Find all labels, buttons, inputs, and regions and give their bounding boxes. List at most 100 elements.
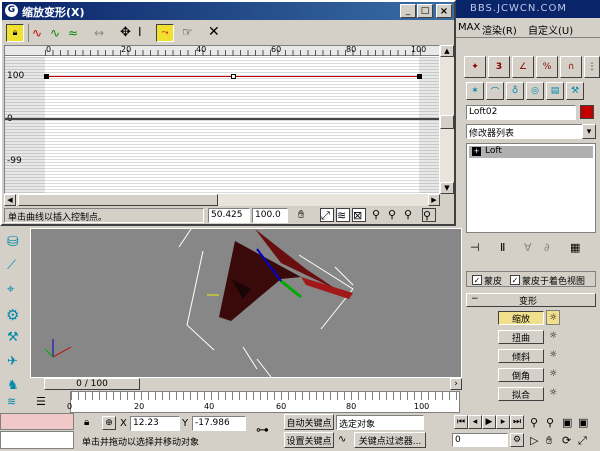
current-frame-field[interactable]: 0 (452, 433, 508, 447)
delete-control-point-icon[interactable]: ☞ (182, 25, 198, 41)
wave-icon[interactable]: ≋ (7, 396, 23, 408)
scale-control-point-icon[interactable]: Ι (138, 25, 154, 41)
track-bar-icon[interactable]: ☰ (36, 395, 52, 409)
zoom-horizontal-icon[interactable]: ⚲ (372, 208, 386, 222)
menu-customize[interactable]: 自定义(U) (528, 22, 573, 37)
orbit-icon[interactable]: ⟳ (562, 434, 576, 448)
zoom-vertical-extents-icon[interactable]: ⊠ (352, 208, 366, 222)
scale-deform-button[interactable]: 缩放 (498, 311, 544, 325)
insert-corner-point-button[interactable]: ⤳ (156, 24, 174, 42)
move-control-point-icon[interactable]: ✥ (120, 25, 136, 41)
track-bar[interactable]: ☰ 0 20 40 60 80 100 (30, 391, 462, 413)
set-key-button[interactable]: 设置关键点 (284, 432, 334, 448)
stack-expand-icon[interactable]: + (472, 147, 481, 156)
goto-start-button[interactable]: ⏮ (454, 415, 468, 429)
teeter-deform-button[interactable]: 倾斜 (498, 349, 544, 363)
remove-modifier-icon[interactable]: ∂ (544, 241, 560, 255)
tab-motion[interactable]: ◎ (526, 82, 544, 100)
skin-checkbox[interactable]: ✓ (472, 275, 482, 285)
display-y-axis-icon[interactable]: ∿ (50, 26, 66, 40)
figure-icon[interactable]: ♞ (7, 378, 23, 394)
control-point-end[interactable] (417, 74, 422, 79)
maxscript-listener-bottom[interactable] (0, 431, 74, 449)
bone-icon[interactable]: ⟋ (7, 258, 23, 274)
time-config-button[interactable]: ⚙ (510, 433, 524, 447)
fit-bulb-icon[interactable]: ☼ (546, 386, 560, 401)
object-color-swatch[interactable] (580, 105, 594, 119)
close-button[interactable]: × (436, 4, 452, 18)
tab-modify[interactable]: ⌒ (486, 82, 504, 100)
point-y-field[interactable]: 100.0 (252, 208, 288, 223)
configure-sets-icon[interactable]: ▦ (570, 241, 586, 255)
zoom-extents-icon-dialog[interactable]: ⤢ (320, 208, 334, 222)
display-xy-axes-icon[interactable]: ≈ (68, 26, 84, 40)
viewport[interactable] (30, 228, 462, 378)
zoom-icon[interactable]: ⚲ (530, 416, 544, 430)
deformation-graph[interactable]: 0 20 40 60 80 100 100 0 -99 (4, 45, 440, 194)
play-button[interactable]: ▶ (482, 415, 496, 429)
zoom-extents-all-icon[interactable]: ▣ (578, 416, 592, 430)
scroll-up-button[interactable]: ▲ (440, 45, 454, 57)
teeter-bulb-icon[interactable]: ☼ (546, 348, 560, 363)
selected-object-dropdown[interactable]: 选定对象 (336, 415, 424, 430)
time-slider-next-button[interactable]: › (450, 378, 462, 390)
zoom-all-icon[interactable]: ⚲ (546, 416, 560, 430)
wrench-icon[interactable]: ⚒ (7, 330, 23, 346)
zoom-extents-icon[interactable]: ▣ (562, 416, 576, 430)
pin-stack-icon[interactable]: ⊣ (470, 241, 486, 255)
pan-icon-dialog[interactable]: ✋︎ (298, 208, 312, 222)
bird-icon[interactable]: ✈ (7, 354, 23, 370)
bevel-deform-button[interactable]: 倒角 (498, 368, 544, 382)
graph-horizontal-scrollbar[interactable]: ◀ ▶ (4, 194, 440, 206)
deformations-rollout-header[interactable]: − 变形 (466, 293, 596, 307)
control-point-mid[interactable] (231, 74, 236, 79)
hierarchy-icon[interactable]: ⌖ (7, 282, 23, 298)
scroll-down-button[interactable]: ▼ (440, 182, 454, 194)
zoom-horizontal-extents-icon[interactable]: ≋ (336, 208, 350, 222)
vertical-scroll-thumb[interactable] (440, 115, 454, 129)
scroll-left-button[interactable]: ◀ (4, 194, 16, 206)
pan-icon[interactable]: ✋︎ (546, 434, 560, 448)
absolute-mode-button[interactable]: ⊕ (102, 416, 116, 430)
modifier-stack[interactable]: + Loft (466, 143, 596, 233)
goto-end-button[interactable]: ⏭ (510, 415, 524, 429)
key-filter-icon[interactable]: ∿ (338, 434, 352, 448)
tab-utilities[interactable]: ⚒ (566, 82, 584, 100)
modifier-list-dropdown[interactable]: 修改器列表 (466, 124, 586, 139)
time-slider[interactable]: 0 / 100 (44, 378, 140, 390)
twist-deform-button[interactable]: 扭曲 (498, 330, 544, 344)
angle-snap-icon[interactable]: ∠ (512, 56, 534, 78)
swap-curves-icon[interactable]: ↔ (94, 26, 110, 40)
menu-max[interactable]: MAX (458, 22, 480, 33)
auto-key-button[interactable]: 自动关键点 (284, 414, 334, 430)
make-symmetrical-button[interactable]: 🔒︎ (6, 24, 24, 42)
minimize-button[interactable]: _ (400, 4, 416, 18)
reset-curve-icon[interactable]: ✕ (208, 24, 224, 40)
zoom-region-icon[interactable]: ⚲ (422, 208, 436, 222)
prev-frame-button[interactable]: ◂ (468, 415, 482, 429)
point-x-field[interactable]: 50.425 (208, 208, 250, 223)
control-point-start[interactable] (44, 74, 49, 79)
gear-icon[interactable]: ⚙ (6, 306, 24, 324)
object-name-field[interactable]: Loft02 (466, 105, 576, 120)
skin-shaded-checkbox[interactable]: ✓ (510, 275, 520, 285)
modifier-list-arrow[interactable]: ▾ (582, 124, 596, 139)
bevel-bulb-icon[interactable]: ☼ (546, 367, 560, 382)
key-filters-button[interactable]: 关键点过滤器... (354, 432, 426, 448)
percent-snap-icon[interactable]: % (536, 56, 558, 78)
y-coord-field[interactable]: -17.986 (192, 416, 246, 431)
scale-bulb-icon[interactable]: ☼ (546, 310, 560, 325)
fov-icon[interactable]: ▷ (530, 434, 544, 448)
maximize-button[interactable]: □ (417, 4, 433, 18)
fit-deform-button[interactable]: 拟合 (498, 387, 544, 401)
zoom-vertical-icon[interactable]: ⚲ (388, 208, 402, 222)
menu-render[interactable]: 渲染(R) (482, 22, 517, 37)
show-end-result-icon[interactable]: Ⅱ (500, 241, 516, 255)
select-link-icon[interactable]: ✦ (464, 56, 486, 78)
toolbar-more-icon[interactable]: ⋮ (584, 56, 600, 78)
scroll-right-button[interactable]: ▶ (428, 194, 440, 206)
tab-create[interactable]: ✶ (466, 82, 484, 100)
stack-item-loft[interactable]: + Loft (469, 146, 593, 158)
zoom-icon-dialog[interactable]: ⚲ (404, 208, 418, 222)
maximize-viewport-icon[interactable]: ⤢ (578, 434, 592, 448)
